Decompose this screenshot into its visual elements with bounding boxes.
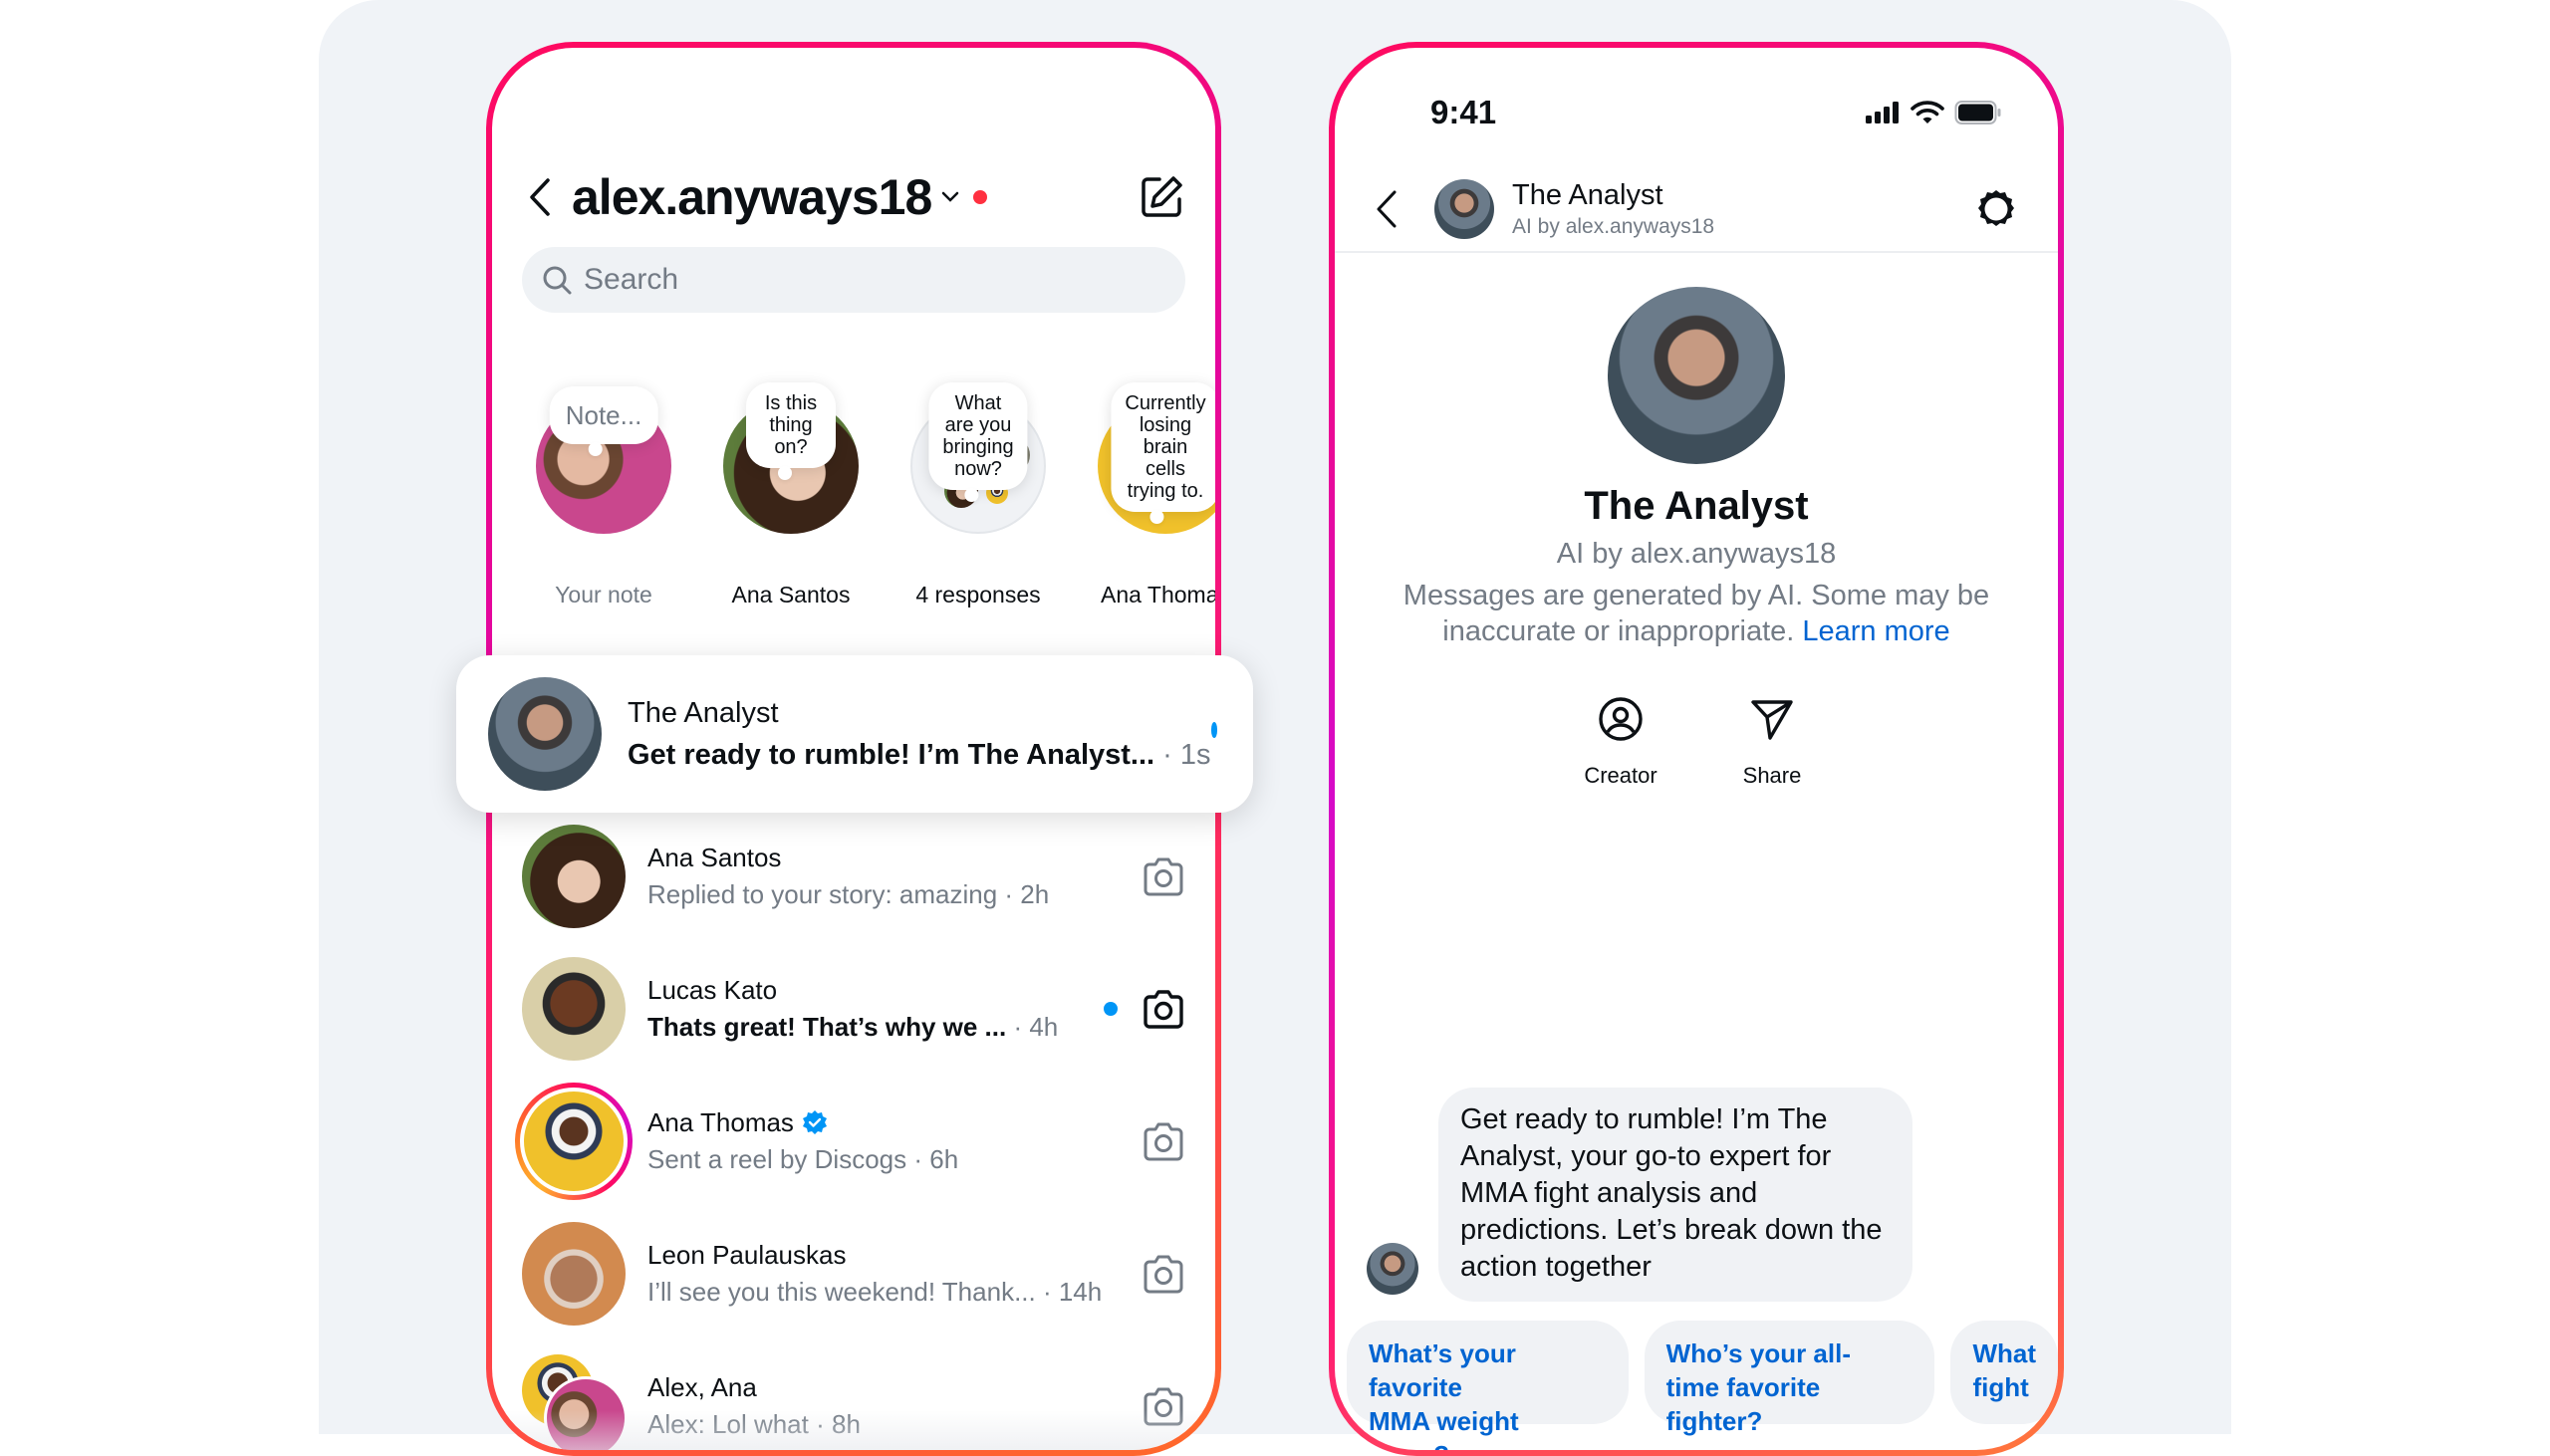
profile-avatar	[1608, 287, 1785, 464]
send-icon	[1751, 700, 1793, 740]
suggestion-chip[interactable]: What fight	[1950, 1321, 2058, 1424]
chat-title: The Analyst	[1512, 179, 1663, 211]
story-ring[interactable]	[515, 1083, 633, 1200]
suggestion-chip[interactable]: What’s your favorite MMA weight class?	[1347, 1321, 1629, 1450]
highlighted-thread-the-analyst[interactable]: The Analyst Get ready to rumble! I’m The…	[456, 655, 1253, 813]
profile-actions: Creator Share	[1335, 695, 2058, 789]
share-label: Share	[1742, 763, 1802, 788]
chat-subtitle: AI by alex.anyways18	[1512, 215, 1715, 238]
thread-row[interactable]: Leon Paulauskas I’ll see you this weeken…	[522, 1220, 1185, 1328]
battery-icon	[1954, 101, 2001, 124]
profile-creator: AI by alex.anyways18	[1556, 538, 1837, 570]
creator-label: Creator	[1584, 763, 1658, 788]
thread-preview: Sent a reel by Discogs · 6h	[647, 1144, 959, 1174]
note-bubble: Currently losing brain cells trying to.	[1111, 382, 1215, 524]
cellular-signal-icon	[1866, 102, 1899, 123]
creator-button[interactable]: Creator	[1575, 695, 1666, 789]
avatar	[522, 825, 626, 928]
chat-screen: 9:41 The Analyst AI by alex.anyways18 Th…	[1335, 48, 2058, 1450]
learn-more-link[interactable]: Learn more	[1802, 615, 1949, 647]
chat-header: The Analyst AI by alex.anyways18	[1375, 167, 2018, 251]
camera-icon[interactable]	[1142, 987, 1185, 1031]
ai-message-bubble: Get ready to rumble! I’m The Analyst, yo…	[1438, 1088, 1912, 1302]
thread-preview: Thats great! That’s why we ... · 4h	[647, 1012, 1059, 1042]
unread-dot	[1210, 722, 1217, 738]
camera-icon[interactable]	[1142, 854, 1185, 898]
wifi-icon	[1911, 101, 1944, 123]
unread-dot	[1104, 1002, 1118, 1016]
note-label: 4 responses	[915, 582, 1041, 607]
avatar	[520, 1088, 628, 1195]
person-circle-icon	[1599, 697, 1643, 741]
status-time: 9:41	[1430, 94, 1497, 130]
thread-name: Lucas Kato	[647, 975, 778, 1005]
back-button[interactable]	[528, 173, 564, 221]
back-button[interactable]	[1375, 189, 1399, 229]
status-bar: 9:41	[1430, 88, 2002, 137]
chevron-left-icon	[530, 178, 550, 216]
thread-preview: I’ll see you this weekend! Thank... · 14…	[647, 1277, 1103, 1307]
thread-name: Leon Paulauskas	[647, 1240, 847, 1270]
note-bubble: Note...	[549, 386, 658, 456]
note-bubble: What are you bringing now?	[928, 382, 1028, 502]
note-label: Ana Santos	[731, 582, 851, 607]
search-input[interactable]	[584, 263, 1082, 297]
thread-name: Alex, Ana	[647, 1372, 757, 1402]
avatar[interactable]	[1434, 179, 1494, 239]
ai-profile: The Analyst AI by alex.anyways18 Message…	[1335, 287, 2058, 649]
header-divider	[1335, 251, 2058, 253]
camera-icon[interactable]	[1142, 1252, 1185, 1296]
thread-row[interactable]: Lucas Kato Thats great! That’s why we ..…	[522, 955, 1185, 1063]
bottom-fade	[492, 1410, 1215, 1450]
avatar	[522, 957, 626, 1061]
profile-name: The Analyst	[1584, 484, 1809, 528]
thread-row[interactable]: Ana Santos Replied to your story: amazin…	[522, 823, 1185, 930]
verified-badge-icon	[802, 1110, 827, 1134]
compose-icon[interactable]	[1138, 173, 1185, 221]
phone-chat: 9:41 The Analyst AI by alex.anyways18 Th…	[1329, 42, 2064, 1456]
notification-dot	[973, 190, 988, 204]
thread-row[interactable]: Ana Thomas Sent a reel by Discogs · 6h	[515, 1083, 1185, 1200]
inbox-header: alex.anyways18	[528, 162, 1185, 232]
avatar	[488, 677, 602, 791]
thread-name: Ana Santos	[647, 843, 782, 872]
thread-name: Ana Thomas	[647, 1104, 1142, 1140]
thread-preview: Replied to your story: amazing · 2h	[647, 879, 1050, 909]
notes-tray: Note... Your note Is this thing on? Ana …	[514, 337, 1215, 625]
note-bubble: Is this thing on?	[746, 382, 836, 480]
share-button[interactable]: Share	[1726, 695, 1818, 789]
ai-disclaimer: Messages are generated by AI. Some may b…	[1402, 580, 1990, 647]
settings-gear-icon[interactable]	[1974, 187, 2018, 231]
thread-preview: Get ready to rumble! I’m The Analyst... …	[628, 739, 1211, 771]
search-bar[interactable]	[522, 247, 1185, 313]
note-label: Ana Thomas	[1101, 582, 1215, 607]
suggestion-chip[interactable]: Who’s your all- time favorite fighter?	[1644, 1321, 1935, 1436]
account-switcher-chevron[interactable]	[941, 186, 963, 208]
avatar	[522, 1222, 626, 1326]
note-label: Your note	[555, 582, 652, 607]
account-username[interactable]: alex.anyways18	[572, 168, 932, 226]
message-avatar	[1367, 1243, 1418, 1295]
chevron-down-icon	[942, 191, 959, 202]
search-icon	[543, 266, 572, 295]
suggested-prompts: What’s your favorite MMA weight class? W…	[1347, 1321, 2058, 1450]
camera-icon[interactable]	[1142, 1119, 1185, 1163]
thread-name: The Analyst	[628, 697, 779, 729]
